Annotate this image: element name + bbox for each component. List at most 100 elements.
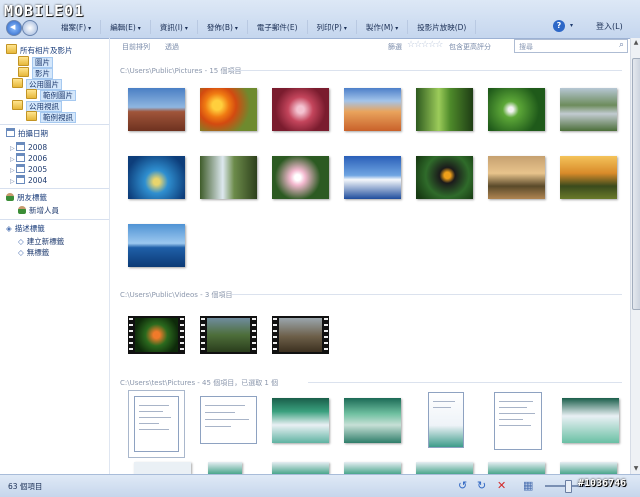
sort-dropdown[interactable]: 目前排列 bbox=[122, 42, 150, 52]
rotate-left-icon[interactable]: ↺ bbox=[458, 479, 467, 492]
screenshot-thumbnail[interactable] bbox=[208, 462, 242, 474]
divider bbox=[0, 188, 109, 189]
menu-bar: 檔案(F) ▾ 編輯(E) ▾ 資訊(I) ▾ 發佈(B) ▾ 電子郵件(E) 列印(P… bbox=[52, 20, 477, 34]
menu-print[interactable]: 列印(P) ▾ bbox=[308, 20, 357, 34]
calendar-icon bbox=[16, 164, 25, 173]
screenshot-thumbnail[interactable] bbox=[494, 392, 542, 450]
sidebar-item-year-2006[interactable]: ▷ 2006 bbox=[10, 153, 47, 163]
scroll-down-icon[interactable]: ▼ bbox=[632, 465, 640, 473]
sidebar-item-create-tag[interactable]: ◇ 建立新標籤 bbox=[18, 236, 64, 247]
divider bbox=[308, 382, 622, 383]
help-icon[interactable]: ? bbox=[553, 20, 565, 32]
photo-thumbnail[interactable] bbox=[128, 224, 185, 267]
screenshot-thumbnail[interactable] bbox=[344, 398, 401, 443]
menu-file[interactable]: 檔案(F) ▾ bbox=[52, 20, 102, 34]
screenshot-thumbnail[interactable] bbox=[560, 462, 617, 474]
tag-icon: ◇ bbox=[18, 237, 24, 246]
menu-email[interactable]: 電子郵件(E) bbox=[248, 20, 308, 34]
photo-thumbnail[interactable] bbox=[128, 156, 185, 199]
scroll-up-icon[interactable]: ▲ bbox=[632, 39, 640, 47]
chevron-down-icon: ▾ bbox=[395, 25, 399, 32]
section-header-pictures[interactable]: C:\Users\Public\Pictures - 15 個項目 bbox=[120, 66, 241, 76]
menu-slideshow[interactable]: 投影片放映(D) bbox=[408, 20, 477, 34]
photo-thumbnail[interactable] bbox=[272, 156, 329, 199]
sidebar-item-year-2004[interactable]: ▷ 2004 bbox=[10, 175, 47, 185]
screenshot-thumbnail[interactable] bbox=[200, 396, 257, 444]
sidebar-item-year-2008[interactable]: ▷ 2008 bbox=[10, 142, 47, 152]
chevron-down-icon[interactable]: ▾ bbox=[570, 22, 573, 29]
menu-make[interactable]: 製作(M) ▾ bbox=[357, 20, 409, 34]
login-link[interactable]: 登入(L) bbox=[596, 21, 623, 32]
menu-publish[interactable]: 發佈(B) ▾ bbox=[198, 20, 248, 34]
mobile01-logo: MOBILE01 bbox=[4, 2, 85, 20]
add-person-icon bbox=[18, 206, 26, 214]
chevron-down-icon: ▾ bbox=[137, 25, 141, 32]
screenshot-thumbnail[interactable] bbox=[344, 462, 401, 474]
video-thumbnail[interactable] bbox=[272, 316, 329, 354]
video-thumbnail[interactable] bbox=[128, 316, 185, 354]
navigation-pane: 所有相片及影片 圖片 影片 公用圖片 範例圖片 公用視訊 範例視訊 拍攝日期 ▷… bbox=[0, 38, 110, 474]
screenshot-thumbnail-selected[interactable] bbox=[128, 390, 185, 458]
screenshot-thumbnail[interactable] bbox=[416, 462, 473, 474]
rating-filter-label: 篩選 bbox=[388, 43, 402, 51]
folder-icon bbox=[12, 78, 23, 88]
zoom-slider-handle[interactable] bbox=[565, 480, 572, 493]
photo-thumbnail[interactable] bbox=[344, 88, 401, 131]
filter-bar: 目前排列 透過 篩選 ☆☆☆☆☆ 包含更高評分 搜尋 ⌕ bbox=[110, 38, 630, 54]
divider bbox=[232, 294, 622, 295]
screenshot-thumbnail[interactable] bbox=[428, 392, 464, 448]
screenshot-thumbnail[interactable] bbox=[134, 462, 191, 474]
sidebar-item-desc-tags[interactable]: ◈ 描述標籤 bbox=[6, 223, 45, 234]
sidebar-item-sample-videos[interactable]: 範例視訊 bbox=[26, 111, 76, 123]
person-icon bbox=[6, 193, 14, 201]
photo-thumbnail[interactable] bbox=[416, 156, 473, 199]
vertical-scrollbar[interactable]: ▲ ▼ bbox=[630, 38, 640, 474]
menu-edit[interactable]: 編輯(E) ▾ bbox=[101, 20, 151, 34]
back-button[interactable] bbox=[6, 20, 22, 36]
divider bbox=[0, 124, 109, 125]
sidebar-item-people-tags[interactable]: 朋友標籤 bbox=[6, 192, 47, 203]
delete-icon[interactable]: ✕ bbox=[497, 479, 506, 492]
folder-icon bbox=[18, 67, 29, 77]
screenshot-thumbnail[interactable] bbox=[562, 398, 619, 443]
folder-icon bbox=[26, 89, 37, 99]
photo-thumbnail[interactable] bbox=[344, 156, 401, 199]
search-input[interactable]: 搜尋 ⌕ bbox=[514, 39, 628, 53]
photo-thumbnail[interactable] bbox=[560, 88, 617, 131]
section-header-test-pictures[interactable]: C:\Users\test\Pictures - 45 個項目，已選取 1 個 bbox=[120, 378, 278, 388]
photo-thumbnail[interactable] bbox=[128, 88, 185, 131]
sidebar-item-add-person[interactable]: 新增人員 bbox=[18, 205, 59, 216]
menu-info[interactable]: 資訊(I) ▾ bbox=[151, 20, 198, 34]
photo-thumbnail[interactable] bbox=[560, 156, 617, 199]
tag-icon: ◇ bbox=[18, 248, 24, 257]
screenshot-thumbnail[interactable] bbox=[272, 398, 329, 443]
screenshot-thumbnail[interactable] bbox=[272, 462, 329, 474]
sidebar-item-date-taken[interactable]: 拍攝日期 bbox=[6, 128, 48, 139]
folder-icon bbox=[12, 100, 23, 110]
photo-thumbnail[interactable] bbox=[272, 88, 329, 131]
photo-thumbnail[interactable] bbox=[416, 88, 473, 131]
filter-label[interactable]: 透過 bbox=[165, 42, 179, 52]
photo-thumbnail[interactable] bbox=[200, 88, 257, 131]
search-icon[interactable]: ⌕ bbox=[619, 40, 624, 50]
photo-thumbnail[interactable] bbox=[200, 156, 257, 199]
chevron-down-icon: ▾ bbox=[88, 25, 92, 32]
forward-button[interactable] bbox=[22, 20, 38, 36]
scrollbar-thumb[interactable] bbox=[632, 58, 640, 310]
video-thumbnail[interactable] bbox=[200, 316, 257, 354]
photos-folder-icon bbox=[6, 44, 17, 54]
photo-thumbnail[interactable] bbox=[488, 88, 545, 131]
status-bar: 63 個項目 ↺ ↻ ✕ ▦ bbox=[0, 474, 640, 497]
photo-thumbnail[interactable] bbox=[488, 156, 545, 199]
rating-stars[interactable]: ☆☆☆☆☆ bbox=[407, 40, 443, 50]
sidebar-item-year-2005[interactable]: ▷ 2005 bbox=[10, 164, 47, 174]
section-header-videos[interactable]: C:\Users\Public\Videos - 3 個項目 bbox=[120, 290, 233, 300]
screenshot-thumbnail[interactable] bbox=[488, 462, 545, 474]
sidebar-item-all[interactable]: 所有相片及影片 bbox=[6, 44, 73, 56]
view-icon[interactable]: ▦ bbox=[523, 479, 533, 492]
watermark: #1036746 bbox=[578, 478, 627, 489]
rating-suffix[interactable]: 包含更高評分 bbox=[449, 42, 491, 52]
divider bbox=[230, 70, 622, 71]
rotate-right-icon[interactable]: ↻ bbox=[477, 479, 486, 492]
sidebar-item-no-tag[interactable]: ◇ 無標籤 bbox=[18, 247, 49, 258]
